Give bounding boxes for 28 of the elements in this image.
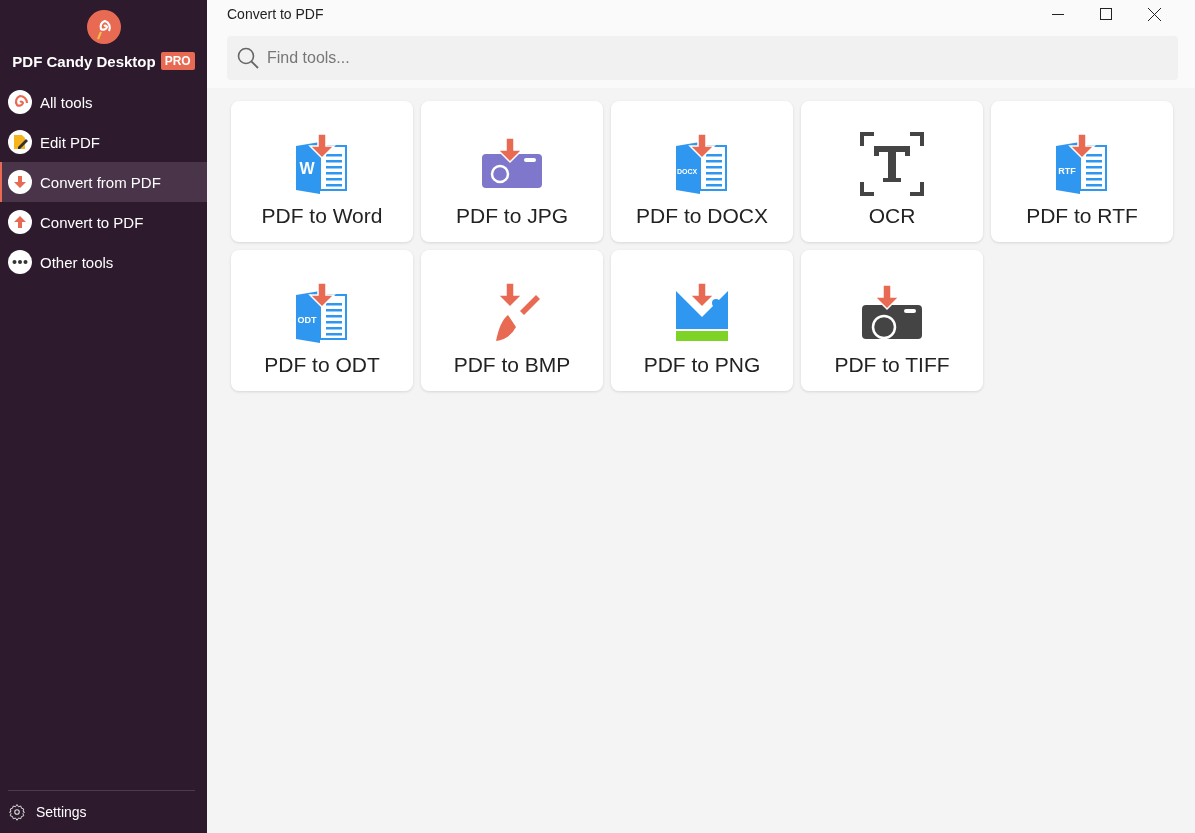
sidebar-item[interactable]: Other tools	[0, 242, 207, 282]
lollipop-logo-icon	[86, 10, 121, 44]
app-name: PDF Candy Desktop	[12, 52, 156, 70]
sidebar-item[interactable]: Edit PDF	[0, 122, 207, 162]
settings-label: Settings	[36, 804, 87, 820]
close-icon	[1147, 7, 1161, 21]
search-icon	[237, 47, 259, 69]
text-scan-icon	[860, 131, 924, 196]
edit-document-icon	[8, 130, 32, 154]
tool-card[interactable]: PDF to BMP	[421, 250, 603, 391]
tool-card[interactable]: W PDF to Word	[231, 101, 413, 242]
tool-card[interactable]: PDF to TIFF	[801, 250, 983, 391]
tool-card[interactable]: PDF to PNG	[611, 250, 793, 391]
tool-card[interactable]: OCR	[801, 101, 983, 242]
sidebar-item[interactable]: All tools	[0, 82, 207, 122]
tool-card[interactable]: RTF PDF to RTF	[991, 101, 1173, 242]
spiral-icon	[8, 90, 32, 114]
more-icon	[8, 250, 32, 274]
search-field[interactable]: Find tools...	[227, 36, 1178, 80]
sidebar-item[interactable]: Convert from PDF	[0, 162, 207, 202]
maximize-icon	[1100, 8, 1112, 20]
pro-badge: PRO	[160, 52, 195, 70]
sidebar-item[interactable]: Convert to PDF	[0, 202, 207, 242]
tool-card[interactable]: PDF to JPG	[421, 101, 603, 242]
settings-item[interactable]: Settings	[8, 790, 195, 833]
settings-icon	[8, 803, 26, 821]
tool-card[interactable]: ODT PDF to ODT	[231, 250, 413, 391]
window-title: Convert to PDF	[227, 6, 325, 22]
